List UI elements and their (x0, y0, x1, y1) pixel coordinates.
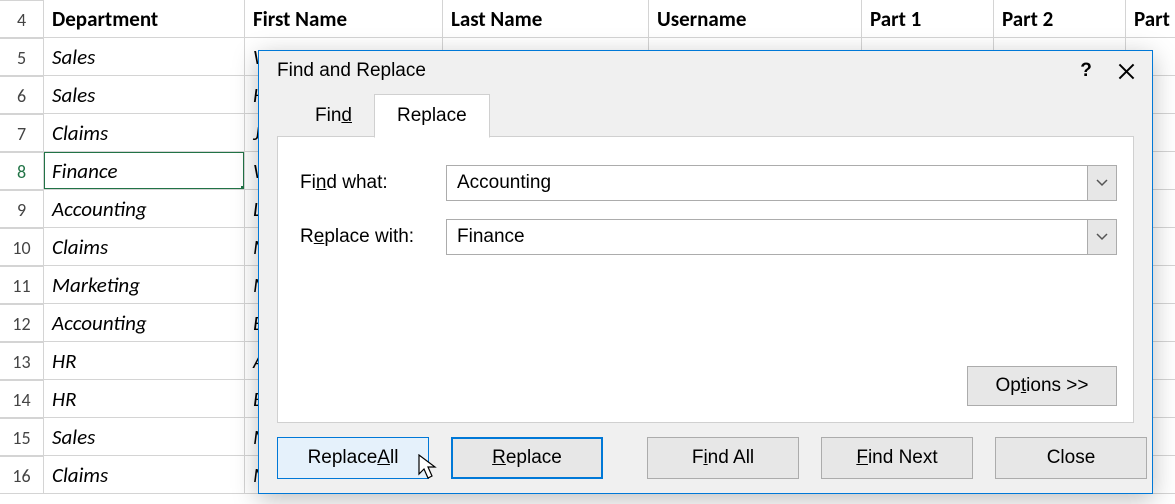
replace-with-input[interactable] (446, 219, 1087, 255)
replace-with-label: Replace with: (300, 226, 446, 248)
cell-department[interactable]: Accounting (44, 304, 245, 342)
replace-all-button[interactable]: Replace All (277, 437, 429, 479)
row-number[interactable]: 5 (0, 38, 44, 76)
col-header[interactable]: Part 2 (994, 0, 1126, 38)
row-number[interactable]: 8 (0, 152, 44, 190)
row-number[interactable]: 16 (0, 456, 44, 494)
col-header[interactable]: Part 1 (862, 0, 994, 38)
replace-button[interactable]: Replace (451, 437, 603, 479)
cell-department[interactable]: Accounting (44, 190, 245, 228)
find-all-button[interactable]: Find All (647, 437, 799, 479)
tab-find[interactable]: Find (293, 95, 374, 137)
row-number[interactable]: 7 (0, 114, 44, 152)
cell-department[interactable]: Marketing (44, 266, 245, 304)
find-what-dropdown[interactable] (1087, 165, 1117, 201)
replace-with-dropdown[interactable] (1087, 219, 1117, 255)
find-replace-dialog: Find and Replace ? Find Replace Find wha… (258, 50, 1153, 494)
cell-department[interactable]: Claims (44, 228, 245, 266)
col-header[interactable]: Department (44, 0, 245, 38)
cell-department[interactable]: Sales (44, 418, 245, 456)
help-button[interactable]: ? (1066, 54, 1106, 88)
cell-department[interactable]: HR (44, 380, 245, 418)
row-number[interactable]: 13 (0, 342, 44, 380)
col-header[interactable]: Part (1126, 0, 1175, 38)
col-header[interactable]: First Name (245, 0, 443, 38)
chevron-down-icon (1096, 179, 1108, 187)
cell-department-selected[interactable]: Finance (44, 152, 245, 190)
options-button[interactable]: Options >> (967, 366, 1117, 406)
dialog-footer: Replace All Replace Find All Find Next C… (259, 423, 1152, 479)
row-number[interactable]: 10 (0, 228, 44, 266)
row-number[interactable]: 15 (0, 418, 44, 456)
row-number[interactable]: 9 (0, 190, 44, 228)
dialog-titlebar[interactable]: Find and Replace ? (259, 51, 1152, 91)
dialog-tabs: Find Replace (259, 91, 1152, 137)
cell-department[interactable]: HR (44, 342, 245, 380)
dialog-title: Find and Replace (277, 60, 1066, 82)
row-number[interactable]: 4 (0, 0, 44, 38)
chevron-down-icon (1096, 233, 1108, 241)
row-number[interactable]: 11 (0, 266, 44, 304)
dialog-panel: Find what: Replace with: Options >> (277, 137, 1134, 423)
find-what-label: Find what: (300, 172, 446, 194)
cell-department[interactable]: Claims (44, 114, 245, 152)
row-number[interactable]: 12 (0, 304, 44, 342)
find-next-button[interactable]: Find Next (821, 437, 973, 479)
cell-department[interactable]: Sales (44, 76, 245, 114)
col-header[interactable]: Last Name (443, 0, 649, 38)
cell-department[interactable]: Claims (44, 456, 245, 494)
tab-replace[interactable]: Replace (374, 94, 490, 138)
close-button[interactable]: Close (995, 437, 1147, 479)
row-number[interactable]: 14 (0, 380, 44, 418)
col-header[interactable]: Username (649, 0, 862, 38)
close-icon[interactable] (1106, 54, 1146, 88)
row-number[interactable]: 6 (0, 76, 44, 114)
cell-department[interactable]: Sales (44, 38, 245, 76)
find-what-row: Find what: (300, 165, 1117, 201)
replace-with-row: Replace with: (300, 219, 1117, 255)
find-what-input[interactable] (446, 165, 1087, 201)
